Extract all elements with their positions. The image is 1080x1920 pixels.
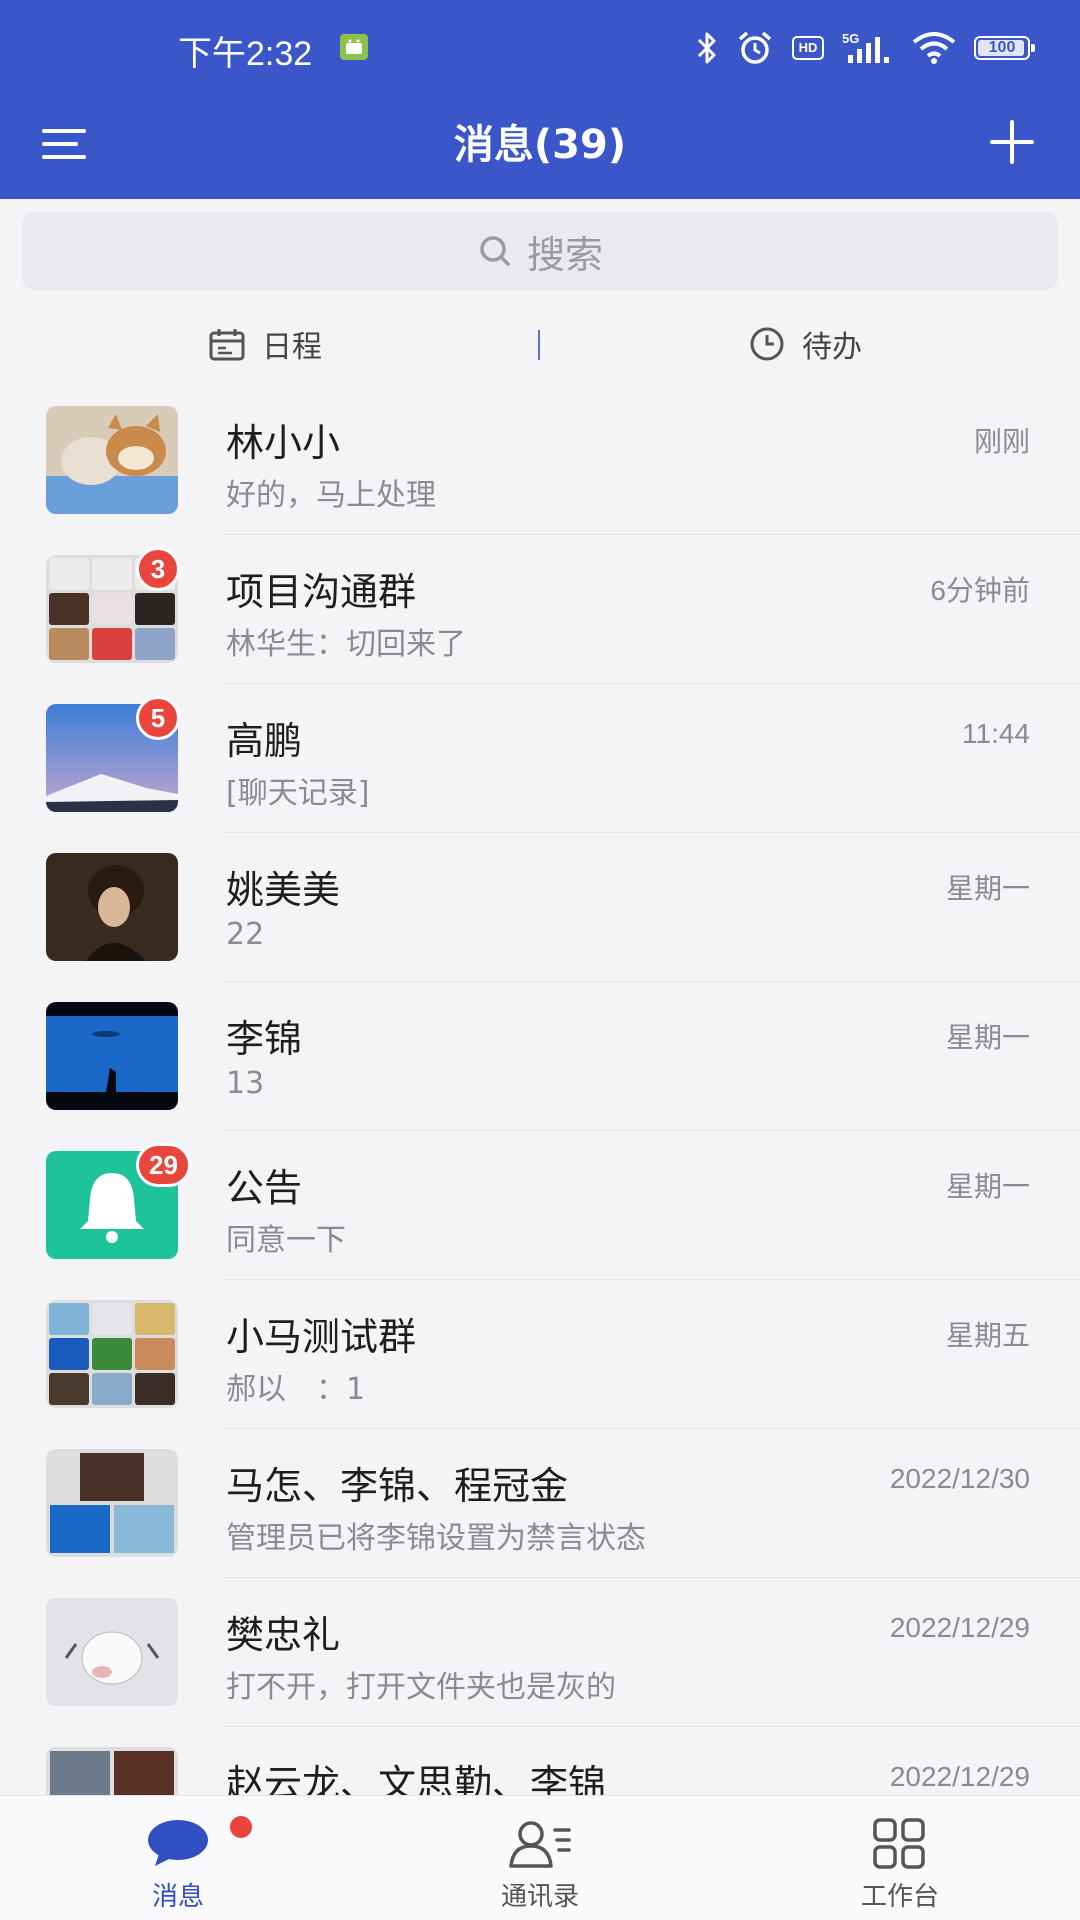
conversation-name: 项目沟通群 bbox=[226, 570, 417, 614]
conversation-row[interactable]: 林小小 好的，马上处理 刚刚 bbox=[0, 386, 1080, 535]
conversation-name: 林小小 bbox=[226, 421, 341, 465]
schedule-button[interactable]: 日程 bbox=[208, 306, 322, 382]
conversation-list: 林小小 好的，马上处理 刚刚 3 项目沟通群 林华生：切回来了 6分钟前 5 高… bbox=[0, 386, 1080, 1876]
avatar bbox=[46, 1598, 178, 1706]
conversation-time: 星期五 bbox=[945, 1320, 1030, 1351]
group-avatar bbox=[46, 1449, 178, 1557]
conversation-preview: [聊天记录] bbox=[226, 776, 370, 811]
signal-5g-icon: 5G bbox=[842, 31, 889, 63]
grid-icon bbox=[873, 1818, 925, 1869]
title-bar: 消息(39) bbox=[0, 96, 1080, 199]
alarm-icon bbox=[738, 31, 772, 64]
avatar bbox=[46, 406, 178, 514]
tab-contacts[interactable]: 通讯录 bbox=[440, 1796, 640, 1920]
conversation-time: 11:44 bbox=[962, 718, 1030, 749]
conversation-row[interactable]: 樊忠礼 打不开，打开文件夹也是灰的 2022/12/29 bbox=[0, 1578, 1080, 1727]
status-icons: HD 5G 100 bbox=[696, 28, 1035, 68]
conversation-time: 6分钟前 bbox=[930, 575, 1030, 606]
conversation-name: 李锦 bbox=[226, 1017, 303, 1061]
conversation-time: 星期一 bbox=[945, 1022, 1030, 1053]
unread-badge: 3 bbox=[136, 547, 180, 591]
clock-icon bbox=[750, 327, 784, 361]
tab-label: 工作台 bbox=[860, 1882, 939, 1912]
wifi-icon bbox=[912, 32, 956, 64]
tab-messages[interactable]: 消息 bbox=[78, 1796, 278, 1920]
search-input[interactable]: 搜索 bbox=[22, 212, 1058, 290]
chat-bubble-icon bbox=[148, 1820, 208, 1866]
conversation-preview: 林华生：切回来了 bbox=[226, 627, 466, 662]
conversation-time: 星期一 bbox=[945, 873, 1030, 904]
conversation-name: 马怎、李锦、程冠金 bbox=[226, 1464, 569, 1508]
conversation-time: 星期一 bbox=[945, 1171, 1030, 1202]
top-header: 下午2:32 HD 5G 100 消息(39) bbox=[0, 0, 1080, 199]
tab-label: 消息 bbox=[151, 1882, 204, 1912]
quick-actions: 日程 待办 bbox=[0, 306, 1080, 382]
conversation-row[interactable]: 3 项目沟通群 林华生：切回来了 6分钟前 bbox=[0, 535, 1080, 684]
conversation-preview: 好的，马上处理 bbox=[226, 478, 436, 513]
add-icon[interactable] bbox=[984, 114, 1040, 170]
conversation-preview: 管理员已将李锦设置为禁言状态 bbox=[226, 1521, 646, 1556]
conversation-preview: 郝以 ：1 bbox=[226, 1372, 366, 1407]
conversation-name: 高鹏 bbox=[226, 719, 303, 763]
conversation-row[interactable]: 姚美美 22 星期一 bbox=[0, 833, 1080, 982]
hd-icon: HD bbox=[792, 36, 824, 60]
bluetooth-icon bbox=[697, 32, 716, 64]
status-time: 下午2:32 bbox=[178, 35, 313, 73]
unread-badge: 29 bbox=[136, 1143, 191, 1187]
unread-dot bbox=[230, 1816, 252, 1838]
conversation-time: 刚刚 bbox=[973, 426, 1030, 457]
conversation-preview: 同意一下 bbox=[226, 1223, 346, 1258]
todo-label: 待办 bbox=[802, 330, 862, 365]
search-placeholder: 搜索 bbox=[526, 232, 603, 277]
unread-badge: 5 bbox=[136, 696, 180, 740]
conversation-preview: 打不开，打开文件夹也是灰的 bbox=[226, 1670, 616, 1705]
todo-button[interactable]: 待办 bbox=[748, 306, 862, 382]
battery-level: 100 bbox=[988, 39, 1016, 56]
page-title: 消息(39) bbox=[453, 122, 627, 168]
battery-icon: 100 bbox=[974, 36, 1035, 60]
conversation-time: 2022/12/29 bbox=[889, 1761, 1030, 1792]
contacts-icon bbox=[509, 1821, 571, 1868]
status-bar: 下午2:32 HD 5G 100 bbox=[0, 0, 1080, 96]
search-icon bbox=[480, 236, 510, 266]
bottom-tab-bar: 消息 通讯录 工作台 bbox=[0, 1795, 1080, 1920]
conversation-row[interactable]: 李锦 13 星期一 bbox=[0, 982, 1080, 1131]
schedule-label: 日程 bbox=[262, 330, 322, 365]
conversation-name: 姚美美 bbox=[226, 868, 341, 912]
divider bbox=[538, 330, 540, 360]
tab-workbench[interactable]: 工作台 bbox=[800, 1796, 1000, 1920]
avatar bbox=[46, 853, 178, 961]
avatar bbox=[46, 1002, 178, 1110]
conversation-row[interactable]: 小马测试群 郝以 ：1 星期五 bbox=[0, 1280, 1080, 1429]
conversation-row[interactable]: 5 高鹏 [聊天记录] 11:44 bbox=[0, 684, 1080, 833]
conversation-time: 2022/12/29 bbox=[889, 1612, 1030, 1643]
tab-label: 通讯录 bbox=[500, 1882, 579, 1912]
conversation-row[interactable]: 马怎、李锦、程冠金 管理员已将李锦设置为禁言状态 2022/12/30 bbox=[0, 1429, 1080, 1578]
group-avatar bbox=[46, 1300, 178, 1408]
conversation-name: 公告 bbox=[226, 1166, 303, 1210]
svg-text:5G: 5G bbox=[842, 31, 859, 46]
conversation-name: 小马测试群 bbox=[226, 1315, 417, 1359]
conversation-name: 樊忠礼 bbox=[226, 1613, 341, 1657]
conversation-row[interactable]: 29 公告 同意一下 星期一 bbox=[0, 1131, 1080, 1280]
conversation-time: 2022/12/30 bbox=[889, 1463, 1030, 1494]
calendar-icon bbox=[209, 329, 245, 361]
conversation-preview: 13 bbox=[226, 1066, 265, 1101]
android-icon bbox=[340, 34, 368, 60]
conversation-preview: 22 bbox=[226, 917, 265, 952]
